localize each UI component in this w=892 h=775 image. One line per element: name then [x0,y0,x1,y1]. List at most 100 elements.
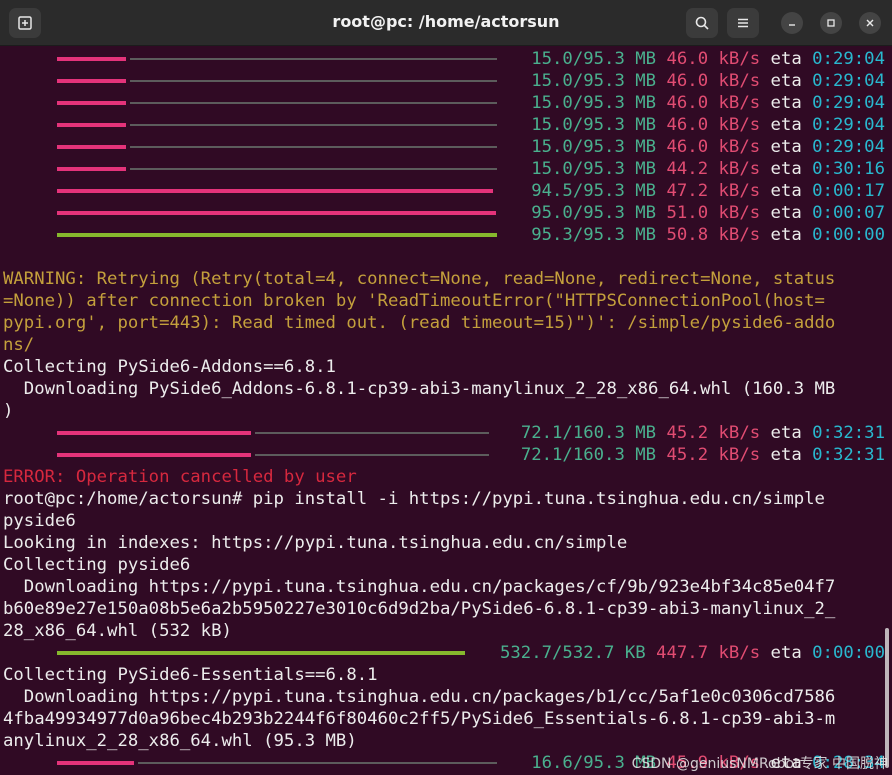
menu-button[interactable] [727,8,759,38]
progress-bar-row: 72.1/160.3 MB 45.2 kB/s eta 0:32:31 [3,444,887,466]
output-line: Downloading https://pypi.tuna.tsinghua.e… [3,577,836,597]
progress-fill [57,233,497,237]
eta-label: eta [770,137,802,157]
progress-eta: 0:29:04 [812,93,885,113]
progress-stats: 15.0/95.3 MB 44.2 kB/s eta 0:30:16 [531,158,885,180]
progress-track [130,58,497,60]
output-line: b60e89e27e150a08b5e6a2b5950227e3010c6d9d… [3,599,836,619]
warning-line: pypi.org', port=443): Read timed out. (r… [3,313,836,333]
progress-bar-row: 15.0/95.3 MB 46.0 kB/s eta 0:29:04 [3,92,887,114]
command-line: pyside6 [3,511,76,531]
search-icon [695,16,709,30]
terminal-output[interactable]: 15.0/95.3 MB 46.0 kB/s eta 0:29:04 15.0/… [3,48,887,775]
minimize-button[interactable] [781,12,803,34]
close-icon [866,19,874,27]
progress-fill [57,57,126,61]
progress-track [130,168,497,170]
output-line: Downloading https://pypi.tuna.tsinghua.e… [3,687,836,707]
progress-bar-row: 95.3/95.3 MB 50.8 kB/s eta 0:00:00 [3,224,887,246]
progress-fill [57,651,465,655]
eta-label: eta [770,423,802,443]
eta-label: eta [770,225,802,245]
progress-eta: 0:32:31 [812,423,885,443]
hamburger-menu-icon [738,18,748,28]
progress-size: 15.0/95.3 MB [531,115,657,135]
eta-label: eta [770,93,802,113]
warning-line: =None)) after connection broken by 'Read… [3,291,825,311]
search-button[interactable] [686,8,718,38]
eta-label: eta [770,643,802,663]
output-line: Collecting PySide6-Essentials==6.8.1 [3,665,378,685]
progress-rate: 46.0 kB/s [666,71,761,91]
progress-bar-row: 532.7/532.7 KB 447.7 kB/s eta 0:00:00 [3,642,887,664]
progress-fill [57,453,251,457]
progress-bar-row: 72.1/160.3 MB 45.2 kB/s eta 0:32:31 [3,422,887,444]
progress-rate: 45.2 kB/s [666,445,761,465]
minimize-icon [789,24,795,26]
progress-stats: 94.5/95.3 MB 47.2 kB/s eta 0:00:17 [531,180,885,202]
warning-line: WARNING: Retrying (Retry(total=4, connec… [3,269,836,289]
progress-size: 72.1/160.3 MB [520,423,657,443]
progress-fill [57,211,496,215]
progress-rate: 46.0 kB/s [666,49,761,69]
progress-bar-row: 15.0/95.3 MB 46.0 kB/s eta 0:29:04 [3,48,887,70]
progress-fill [57,79,126,83]
progress-rate: 50.8 kB/s [666,225,761,245]
progress-bar-row: 15.0/95.3 MB 46.0 kB/s eta 0:29:04 [3,136,887,158]
progress-fill [57,431,251,435]
progress-stats: 72.1/160.3 MB 45.2 kB/s eta 0:32:31 [521,422,885,444]
progress-bar-row: 95.0/95.3 MB 51.0 kB/s eta 0:00:07 [3,202,887,224]
progress-eta: 0:00:07 [812,203,885,223]
progress-size: 95.0/95.3 MB [531,203,657,223]
progress-stats: 15.0/95.3 MB 46.0 kB/s eta 0:29:04 [531,136,885,158]
progress-size: 15.0/95.3 MB [531,137,657,157]
warning-line: ns/ [3,335,35,355]
progress-bar-row: 15.0/95.3 MB 46.0 kB/s eta 0:29:04 [3,114,887,136]
progress-rate: 51.0 kB/s [666,203,761,223]
progress-track [130,80,497,82]
terminal-scrollbar[interactable] [885,628,889,768]
command-line: root@pc:/home/actorsun# pip install -i h… [3,489,825,509]
progress-size: 95.3/95.3 MB [531,225,657,245]
maximize-button[interactable] [820,12,842,34]
progress-eta: 0:30:16 [812,159,885,179]
progress-eta: 0:32:31 [812,445,885,465]
output-line: anylinux_2_28_x86_64.whl (95.3 MB) [3,731,357,751]
progress-eta: 0:00:00 [812,643,885,663]
progress-eta: 0:29:04 [812,71,885,91]
progress-track [138,762,497,764]
progress-rate: 46.0 kB/s [666,137,761,157]
progress-bar-row: 15.0/95.3 MB 46.0 kB/s eta 0:29:04 [3,70,887,92]
progress-stats: 15.0/95.3 MB 46.0 kB/s eta 0:29:04 [531,114,885,136]
output-line: Looking in indexes: https://pypi.tuna.ts… [3,533,628,553]
progress-track [130,102,497,104]
progress-eta: 0:29:04 [812,137,885,157]
eta-label: eta [770,181,802,201]
progress-bar-row: 15.0/95.3 MB 44.2 kB/s eta 0:30:16 [3,158,887,180]
progress-fill [57,761,134,765]
progress-size: 532.7/532.7 KB [500,643,646,663]
output-line: 4fba49934977d0a96bec4b293b2244f6f80460c2… [3,709,836,729]
output-line: ) [3,401,14,421]
progress-size: 15.0/95.3 MB [531,71,657,91]
progress-stats: 15.0/95.3 MB 46.0 kB/s eta 0:29:04 [531,70,885,92]
progress-eta: 0:00:17 [812,181,885,201]
progress-track [130,124,497,126]
progress-stats: 95.3/95.3 MB 50.8 kB/s eta 0:00:00 [531,224,885,246]
title-bar: root@pc: /home/actorsun [0,0,892,46]
progress-eta: 0:00:00 [812,225,885,245]
progress-fill [57,167,126,171]
progress-fill [57,123,126,127]
progress-size: 94.5/95.3 MB [531,181,657,201]
progress-rate: 46.0 kB/s [666,93,761,113]
progress-eta: 0:29:04 [812,115,885,135]
output-line: Collecting PySide6-Addons==6.8.1 [3,357,336,377]
progress-size: 72.1/160.3 MB [520,445,657,465]
maximize-icon [827,19,835,27]
close-button[interactable] [859,12,881,34]
progress-rate: 47.2 kB/s [666,181,761,201]
eta-label: eta [770,159,802,179]
eta-label: eta [770,71,802,91]
csdn-watermark: CSDN @geniusNMRobot专家 中国脱神 [631,756,888,772]
progress-fill [57,189,493,193]
